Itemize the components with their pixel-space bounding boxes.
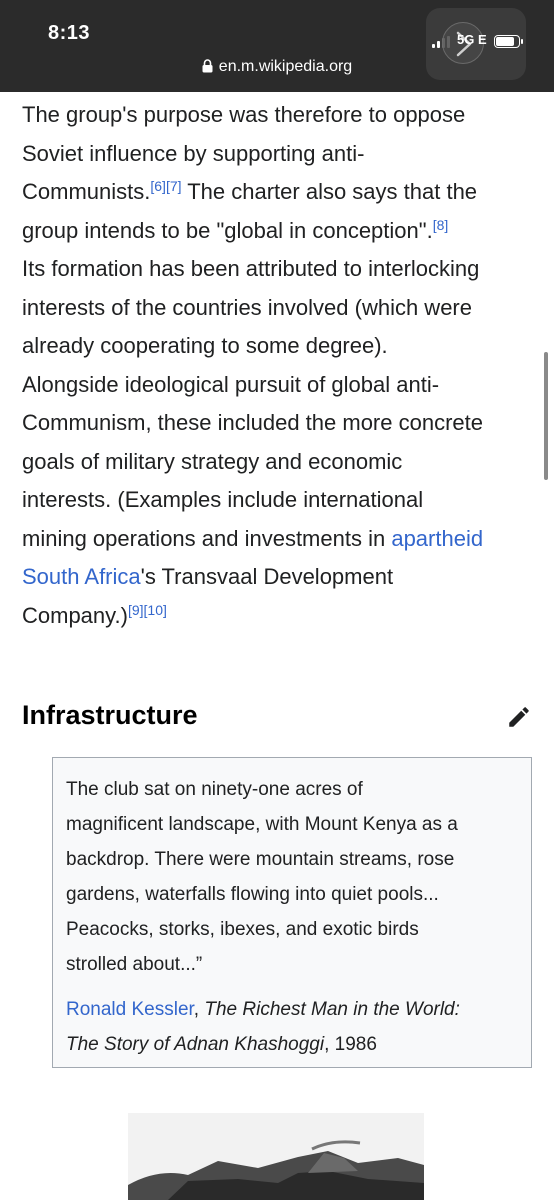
section-heading[interactable]: Infrastructure (22, 694, 532, 738)
article-line: interests. (Examples include internation… (22, 481, 532, 520)
article-text: The charter also says that the (181, 179, 478, 204)
article-text: Communism, these included the more concr… (22, 410, 483, 435)
lock-icon (202, 59, 213, 73)
article-line: Communism, these included the more concr… (22, 404, 532, 443)
article-line: Alongside ideological pursuit of global … (22, 366, 532, 405)
article-line: Company.)[9][10] (22, 597, 532, 636)
article-text: Communists. (22, 179, 151, 204)
article-line: Its formation has been attributed to int… (22, 250, 532, 289)
address-bar[interactable]: en.m.wikipedia.org (0, 58, 554, 76)
article-text: The group's purpose was therefore to opp… (22, 102, 466, 127)
book-title-line1: The Richest Man in the World: (204, 999, 460, 1020)
article-text: Its formation has been attributed to int… (22, 256, 480, 281)
status-time: 8:13 (48, 22, 91, 44)
battery-fill (496, 37, 514, 46)
quote-text: The club sat on ninety-one acres of magni… (66, 772, 518, 982)
article-link[interactable]: South Africa (22, 564, 141, 589)
citation-ref[interactable]: [10] (144, 602, 167, 618)
article-text: group intends to be "global in conceptio… (22, 217, 433, 243)
book-title-line2: The Story of Adnan Khashoggi (66, 1034, 325, 1055)
article-image[interactable] (128, 1113, 424, 1200)
citation-link[interactable]: [8] (433, 217, 449, 233)
citation-link[interactable]: [10] (144, 602, 167, 618)
quote-line: magnificent landscape, with Mount Kenya … (66, 814, 458, 835)
article-line: South Africa's Transvaal Development (22, 558, 532, 597)
article-text: mining operations and investments in (22, 525, 392, 551)
scroll-indicator[interactable] (544, 352, 548, 480)
quote-line: backdrop. There were mountain streams, r… (66, 849, 455, 870)
citation-ref[interactable]: [7] (166, 178, 182, 194)
battery-icon (494, 35, 523, 48)
article-text: goals of military strategy and economic (22, 448, 403, 474)
citation-ref[interactable]: [8] (433, 217, 449, 233)
article-text: Company.) (22, 602, 128, 628)
citation-ref[interactable]: [6] (150, 178, 166, 194)
photo-image (128, 1113, 424, 1200)
author-link[interactable]: Ronald Kessler (66, 999, 194, 1020)
article-text: Alongside ideological pursuit of global … (22, 371, 440, 397)
article-body: The group's purpose was therefore to opp… (22, 96, 532, 635)
article-line: interests of the countries involved (whi… (22, 289, 532, 328)
article-line: goals of military strategy and economic (22, 443, 532, 482)
article-line: Communists.[6][7] The charter also says … (22, 173, 532, 212)
quote-line: strolled about...” (66, 954, 203, 975)
article-line: Soviet influence by supporting anti- (22, 135, 532, 174)
article-line: mining operations and investments in apa… (22, 520, 532, 559)
citation-link[interactable]: [6] (150, 178, 166, 194)
article-text: interests. (Examples include internation… (22, 487, 424, 512)
article-text: 's Transvaal Development (140, 564, 394, 589)
article-text: Soviet influence by supporting anti- (22, 140, 365, 166)
article-link[interactable]: apartheid (391, 526, 483, 551)
citation-year: , 1986 (324, 1034, 377, 1055)
network-type: 5G E (457, 32, 487, 47)
citation-link[interactable]: [7] (166, 178, 182, 194)
article-line: group intends to be "global in conceptio… (22, 212, 532, 251)
citation-ref[interactable]: [9] (128, 602, 144, 618)
quote-box: The club sat on ninety-one acres of magni… (52, 757, 532, 1068)
status-bar: 8:13 5G E en.m.wikipedia.org (0, 0, 554, 92)
quote-line: The club sat on ninety-one acres of (66, 779, 363, 800)
citation-link[interactable]: [9] (128, 602, 144, 618)
quote-line: Peacocks, storks, ibexes, and exotic bir… (66, 919, 419, 940)
pencil-edit-icon[interactable] (506, 704, 532, 730)
quote-line: gardens, waterfalls flowing into quiet p… (66, 884, 439, 905)
url-text: en.m.wikipedia.org (218, 58, 353, 75)
article-line: already cooperating to some degree). (22, 327, 532, 366)
article-text: already cooperating to some degree). (22, 333, 388, 358)
article-line: The group's purpose was therefore to opp… (22, 96, 532, 135)
section-title: Infrastructure (22, 700, 198, 730)
quote-citation: Ronald Kessler, The Richest Man in the W… (66, 992, 518, 1062)
article-text: interests of the countries involved (whi… (22, 294, 472, 320)
citation-sep: , (193, 999, 205, 1020)
